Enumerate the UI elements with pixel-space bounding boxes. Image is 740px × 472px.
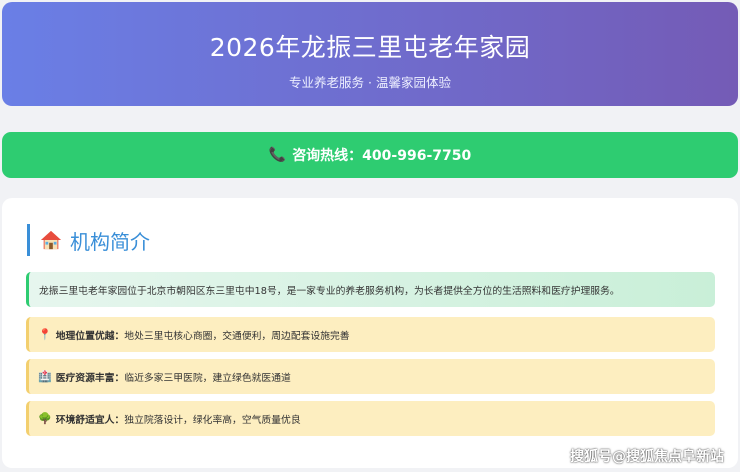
tree-icon: 🌳: [38, 412, 52, 425]
feature-key: 医疗资源丰富：: [55, 372, 125, 384]
section-heading: 机构简介: [27, 224, 150, 256]
intro-box: 龙振三里屯老年家园位于北京市朝阳区东三里屯中18号，是一家专业的养老服务机构，为…: [26, 272, 715, 307]
feature-key: 环境舒适宜人：: [55, 414, 125, 426]
page-title: 2026年龙振三里屯老年家园: [209, 33, 531, 62]
intro-text: 龙振三里屯老年家园位于北京市朝阳区东三里屯中18号，是一家专业的养老服务机构，为…: [39, 285, 620, 297]
page-subtitle: 专业养老服务 · 温馨家园体验: [289, 75, 451, 90]
feature-key: 地理位置优越：: [55, 330, 125, 342]
hotline-label: 咨询热线：400-996-7750: [292, 148, 472, 164]
pin-icon: 📍: [38, 328, 52, 341]
hospital-icon: 🏥: [38, 370, 52, 383]
house-icon: [40, 230, 62, 250]
feature-medical: 🏥 医疗资源丰富： 临近多家三甲医院，建立绿色就医通道: [26, 359, 715, 394]
feature-text: 独立院落设计，绿化率高，空气质量优良: [124, 414, 301, 426]
feature-text: 临近多家三甲医院，建立绿色就医通道: [124, 372, 291, 384]
feature-location: 📍 地理位置优越： 地处三里屯核心商圈，交通便利，周边配套设施完善: [26, 317, 715, 352]
feature-text: 地处三里屯核心商圈，交通便利，周边配套设施完善: [124, 330, 350, 342]
phone-icon: 📞: [268, 147, 287, 163]
section-title: 机构简介: [70, 229, 150, 254]
feature-environment: 🌳 环境舒适宜人： 独立院落设计，绿化率高，空气质量优良: [26, 401, 715, 436]
hotline-banner[interactable]: 📞 咨询热线：400-996-7750: [2, 132, 738, 178]
intro-card: 机构简介 龙振三里屯老年家园位于北京市朝阳区东三里屯中18号，是一家专业的养老服…: [2, 198, 738, 468]
watermark: 搜狐号@搜狐焦点阜新站: [570, 449, 724, 465]
page-header: 2026年龙振三里屯老年家园 专业养老服务 · 温馨家园体验: [2, 2, 738, 106]
